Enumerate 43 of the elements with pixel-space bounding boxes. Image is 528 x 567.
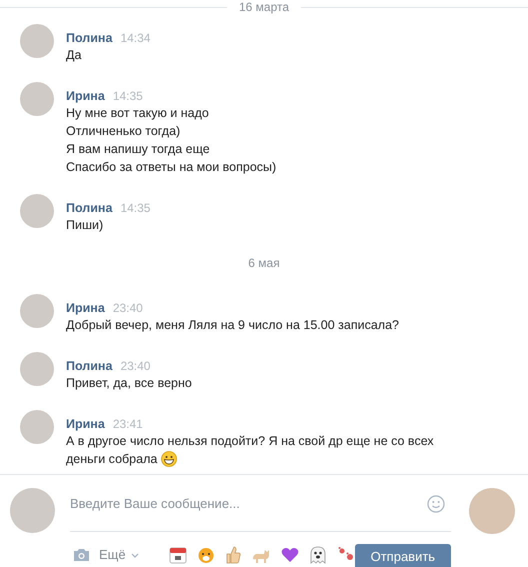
smiley-icon[interactable]: [427, 494, 446, 512]
author-name[interactable]: Ирина: [66, 300, 105, 316]
author-name[interactable]: Полина: [66, 358, 112, 374]
thumbs-up-icon[interactable]: [224, 546, 241, 564]
ghost-icon[interactable]: [308, 546, 327, 564]
avatar: [20, 294, 54, 328]
avatar: [10, 488, 55, 533]
avatar: [20, 194, 54, 228]
author-name[interactable]: Полина: [66, 30, 112, 46]
message-time: 23:40: [120, 358, 150, 374]
heart-icon[interactable]: [280, 547, 299, 563]
author-name[interactable]: Ирина: [66, 88, 105, 104]
avatar: [20, 82, 54, 116]
avatar: [20, 352, 54, 386]
tiger-face-icon[interactable]: [196, 546, 215, 564]
message-text: А в другое число нельзя подойти? Я на свой др еще не со всех: [66, 433, 434, 450]
message-text: Отличненько тогда): [66, 123, 180, 140]
avatar: [20, 410, 54, 444]
message-input[interactable]: Введите Ваше сообщение...: [70, 494, 428, 514]
message-text: Добрый вечер, меня Ляля на 9 число на 15.00 записала?: [66, 317, 399, 334]
avatar: [20, 24, 54, 58]
message-text: Я вам напишу тогда еще: [66, 141, 210, 158]
message-text: Привет, да, все верно: [66, 375, 192, 392]
message-time: 14:35: [120, 200, 150, 216]
message-text: деньги собрала: [66, 451, 158, 468]
author-name[interactable]: Ирина: [66, 416, 105, 432]
calendar-icon[interactable]: [168, 546, 187, 564]
message-text: Да: [66, 47, 82, 64]
more-button[interactable]: Ещё: [99, 545, 139, 565]
message-time: 23:40: [112, 300, 143, 316]
camera-icon[interactable]: [73, 548, 90, 562]
message-time: 14:35: [112, 88, 143, 104]
date-divider: 16 марта: [238, 0, 290, 14]
send-button[interactable]: Отправить: [354, 544, 452, 567]
message-text: Пиши): [66, 217, 104, 234]
author-name[interactable]: Полина: [66, 200, 112, 216]
message-time: 14:34: [120, 30, 150, 46]
caret-icon: [130, 552, 139, 558]
date-divider: 6 мая: [248, 255, 280, 272]
avatar: [469, 488, 516, 534]
message-text: Спасибо за ответы на мои вопросы): [66, 159, 276, 176]
message-text: Ну мне вот такую и надо: [66, 105, 209, 122]
message-time: 23:41: [112, 416, 143, 432]
